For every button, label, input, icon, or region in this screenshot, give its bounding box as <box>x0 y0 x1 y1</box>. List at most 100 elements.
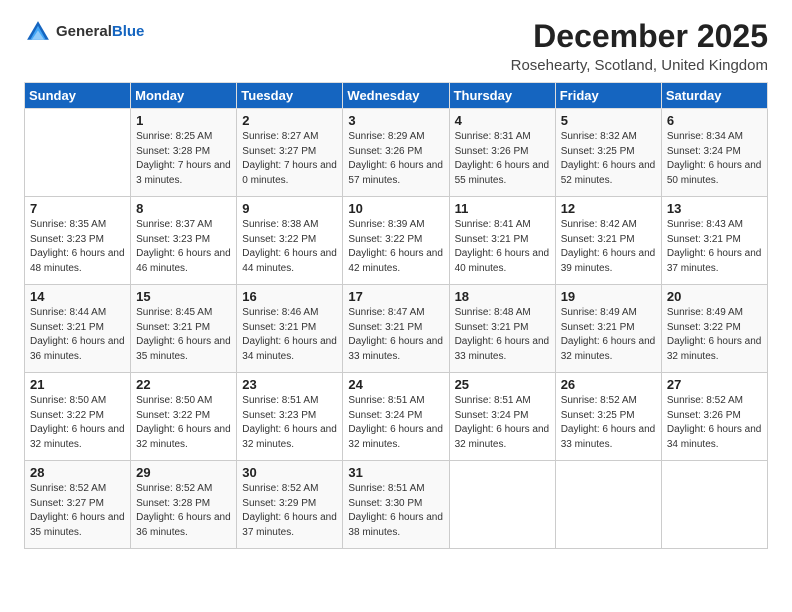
day-detail: Sunrise: 8:35 AM Sunset: 3:23 PM Dayligh… <box>30 218 125 276</box>
day-number: 4 <box>455 113 550 128</box>
day-number: 21 <box>30 377 125 392</box>
calendar-cell: 6Sunrise: 8:34 AM Sunset: 3:24 PM Daylig… <box>661 109 767 197</box>
subtitle: Rosehearty, Scotland, United Kingdom <box>511 57 768 74</box>
calendar-cell: 15 Sunrise: 8:45 AM Sunset: 3:21 PM Dayli… <box>131 285 237 373</box>
calendar-cell: 5 Sunrise: 8:32 AM Sunset: 3:25 PM Daylig… <box>555 109 661 197</box>
calendar-cell: 4Sunrise: 8:31 AM Sunset: 3:26 PM Daylig… <box>449 109 555 197</box>
day-detail: Sunrise: 8:47 AM Sunset: 3:21 PM Dayligh… <box>348 306 443 364</box>
calendar-header-row: Sunday Monday Tuesday Wednesday Thursday… <box>25 83 768 109</box>
calendar-week-5: 28Sunrise: 8:52 AM Sunset: 3:27 PM Dayli… <box>25 461 768 549</box>
calendar-week-1: 1Sunrise: 8:25 AM Sunset: 3:28 PM Daylig… <box>25 109 768 197</box>
day-detail: Sunrise: 8:52 AM Sunset: 3:28 PM Dayligh… <box>136 482 231 540</box>
col-friday: Friday <box>555 83 661 109</box>
day-detail: Sunrise: 8:42 AM Sunset: 3:21 PM Dayligh… <box>561 218 656 276</box>
calendar-cell: 16 Sunrise: 8:46 AM Sunset: 3:21 PM Dayli… <box>237 285 343 373</box>
calendar-cell: 23Sunrise: 8:51 AM Sunset: 3:23 PM Dayli… <box>237 373 343 461</box>
day-detail: Sunrise: 8:37 AM Sunset: 3:23 PM Dayligh… <box>136 218 231 276</box>
day-detail: Sunrise: 8:32 AM Sunset: 3:25 PM Dayligh… <box>561 130 656 188</box>
day-detail: Sunrise: 8:50 AM Sunset: 3:22 PM Dayligh… <box>30 394 125 452</box>
calendar-cell: 25Sunrise: 8:51 AM Sunset: 3:24 PM Dayli… <box>449 373 555 461</box>
day-number: 22 <box>136 377 231 392</box>
col-sunday: Sunday <box>25 83 131 109</box>
logo-text: GeneralBlue <box>56 23 144 41</box>
col-monday: Monday <box>131 83 237 109</box>
day-number: 24 <box>348 377 443 392</box>
calendar-cell: 1Sunrise: 8:25 AM Sunset: 3:28 PM Daylig… <box>131 109 237 197</box>
day-number: 12 <box>561 201 656 216</box>
calendar-cell: 28Sunrise: 8:52 AM Sunset: 3:27 PM Dayli… <box>25 461 131 549</box>
calendar-cell: 7 Sunrise: 8:35 AM Sunset: 3:23 PM Daylig… <box>25 197 131 285</box>
day-number: 31 <box>348 465 443 480</box>
day-number: 1 <box>136 113 231 128</box>
day-number: 29 <box>136 465 231 480</box>
calendar-cell: 29 Sunrise: 8:52 AM Sunset: 3:28 PM Dayli… <box>131 461 237 549</box>
day-number: 17 <box>348 289 443 304</box>
day-detail: Sunrise: 8:50 AM Sunset: 3:22 PM Dayligh… <box>136 394 231 452</box>
calendar-cell: 17 Sunrise: 8:47 AM Sunset: 3:21 PM Dayli… <box>343 285 449 373</box>
calendar-cell: 11Sunrise: 8:41 AM Sunset: 3:21 PM Dayli… <box>449 197 555 285</box>
calendar-cell <box>449 461 555 549</box>
logo-blue: Blue <box>112 23 145 40</box>
day-detail: Sunrise: 8:45 AM Sunset: 3:21 PM Dayligh… <box>136 306 231 364</box>
day-detail: Sunrise: 8:52 AM Sunset: 3:25 PM Dayligh… <box>561 394 656 452</box>
calendar: Sunday Monday Tuesday Wednesday Thursday… <box>24 82 768 549</box>
day-number: 6 <box>667 113 762 128</box>
calendar-cell: 22 Sunrise: 8:50 AM Sunset: 3:22 PM Dayli… <box>131 373 237 461</box>
calendar-cell: 31Sunrise: 8:51 AM Sunset: 3:30 PM Dayli… <box>343 461 449 549</box>
day-number: 19 <box>561 289 656 304</box>
calendar-cell: 26 Sunrise: 8:52 AM Sunset: 3:25 PM Dayli… <box>555 373 661 461</box>
day-detail: Sunrise: 8:39 AM Sunset: 3:22 PM Dayligh… <box>348 218 443 276</box>
day-detail: Sunrise: 8:52 AM Sunset: 3:27 PM Dayligh… <box>30 482 125 540</box>
day-number: 30 <box>242 465 337 480</box>
day-number: 5 <box>561 113 656 128</box>
calendar-cell: 27 Sunrise: 8:52 AM Sunset: 3:26 PM Dayli… <box>661 373 767 461</box>
day-detail: Sunrise: 8:49 AM Sunset: 3:22 PM Dayligh… <box>667 306 762 364</box>
calendar-cell <box>25 109 131 197</box>
day-detail: Sunrise: 8:43 AM Sunset: 3:21 PM Dayligh… <box>667 218 762 276</box>
calendar-cell: 9 Sunrise: 8:38 AM Sunset: 3:22 PM Daylig… <box>237 197 343 285</box>
calendar-cell: 13 Sunrise: 8:43 AM Sunset: 3:21 PM Dayli… <box>661 197 767 285</box>
day-number: 2 <box>242 113 337 128</box>
calendar-week-3: 14 Sunrise: 8:44 AM Sunset: 3:21 PM Dayli… <box>25 285 768 373</box>
calendar-cell <box>555 461 661 549</box>
day-number: 18 <box>455 289 550 304</box>
main-title: December 2025 <box>511 18 768 55</box>
day-detail: Sunrise: 8:51 AM Sunset: 3:24 PM Dayligh… <box>348 394 443 452</box>
calendar-cell: 8 Sunrise: 8:37 AM Sunset: 3:23 PM Daylig… <box>131 197 237 285</box>
day-number: 9 <box>242 201 337 216</box>
col-saturday: Saturday <box>661 83 767 109</box>
day-number: 16 <box>242 289 337 304</box>
day-detail: Sunrise: 8:48 AM Sunset: 3:21 PM Dayligh… <box>455 306 550 364</box>
calendar-cell: 10 Sunrise: 8:39 AM Sunset: 3:22 PM Dayli… <box>343 197 449 285</box>
logo-general: General <box>56 23 112 40</box>
day-detail: Sunrise: 8:52 AM Sunset: 3:26 PM Dayligh… <box>667 394 762 452</box>
calendar-cell: 19Sunrise: 8:49 AM Sunset: 3:21 PM Dayli… <box>555 285 661 373</box>
day-detail: Sunrise: 8:46 AM Sunset: 3:21 PM Dayligh… <box>242 306 337 364</box>
calendar-cell: 14 Sunrise: 8:44 AM Sunset: 3:21 PM Dayli… <box>25 285 131 373</box>
day-number: 27 <box>667 377 762 392</box>
day-number: 7 <box>30 201 125 216</box>
header: GeneralBlue December 2025 Rosehearty, Sc… <box>24 18 768 74</box>
calendar-cell: 30Sunrise: 8:52 AM Sunset: 3:29 PM Dayli… <box>237 461 343 549</box>
day-detail: Sunrise: 8:44 AM Sunset: 3:21 PM Dayligh… <box>30 306 125 364</box>
day-number: 15 <box>136 289 231 304</box>
calendar-cell: 21 Sunrise: 8:50 AM Sunset: 3:22 PM Dayli… <box>25 373 131 461</box>
day-number: 26 <box>561 377 656 392</box>
col-thursday: Thursday <box>449 83 555 109</box>
day-number: 8 <box>136 201 231 216</box>
page: GeneralBlue December 2025 Rosehearty, Sc… <box>0 0 792 612</box>
logo-icon <box>24 18 52 46</box>
day-detail: Sunrise: 8:51 AM Sunset: 3:24 PM Dayligh… <box>455 394 550 452</box>
day-number: 10 <box>348 201 443 216</box>
day-number: 14 <box>30 289 125 304</box>
day-number: 11 <box>455 201 550 216</box>
day-number: 20 <box>667 289 762 304</box>
calendar-cell: 12 Sunrise: 8:42 AM Sunset: 3:21 PM Dayli… <box>555 197 661 285</box>
day-detail: Sunrise: 8:29 AM Sunset: 3:26 PM Dayligh… <box>348 130 443 188</box>
calendar-cell: 24 Sunrise: 8:51 AM Sunset: 3:24 PM Dayli… <box>343 373 449 461</box>
day-number: 13 <box>667 201 762 216</box>
col-tuesday: Tuesday <box>237 83 343 109</box>
logo: GeneralBlue <box>24 18 144 46</box>
day-detail: Sunrise: 8:38 AM Sunset: 3:22 PM Dayligh… <box>242 218 337 276</box>
calendar-cell: 2Sunrise: 8:27 AM Sunset: 3:27 PM Daylig… <box>237 109 343 197</box>
